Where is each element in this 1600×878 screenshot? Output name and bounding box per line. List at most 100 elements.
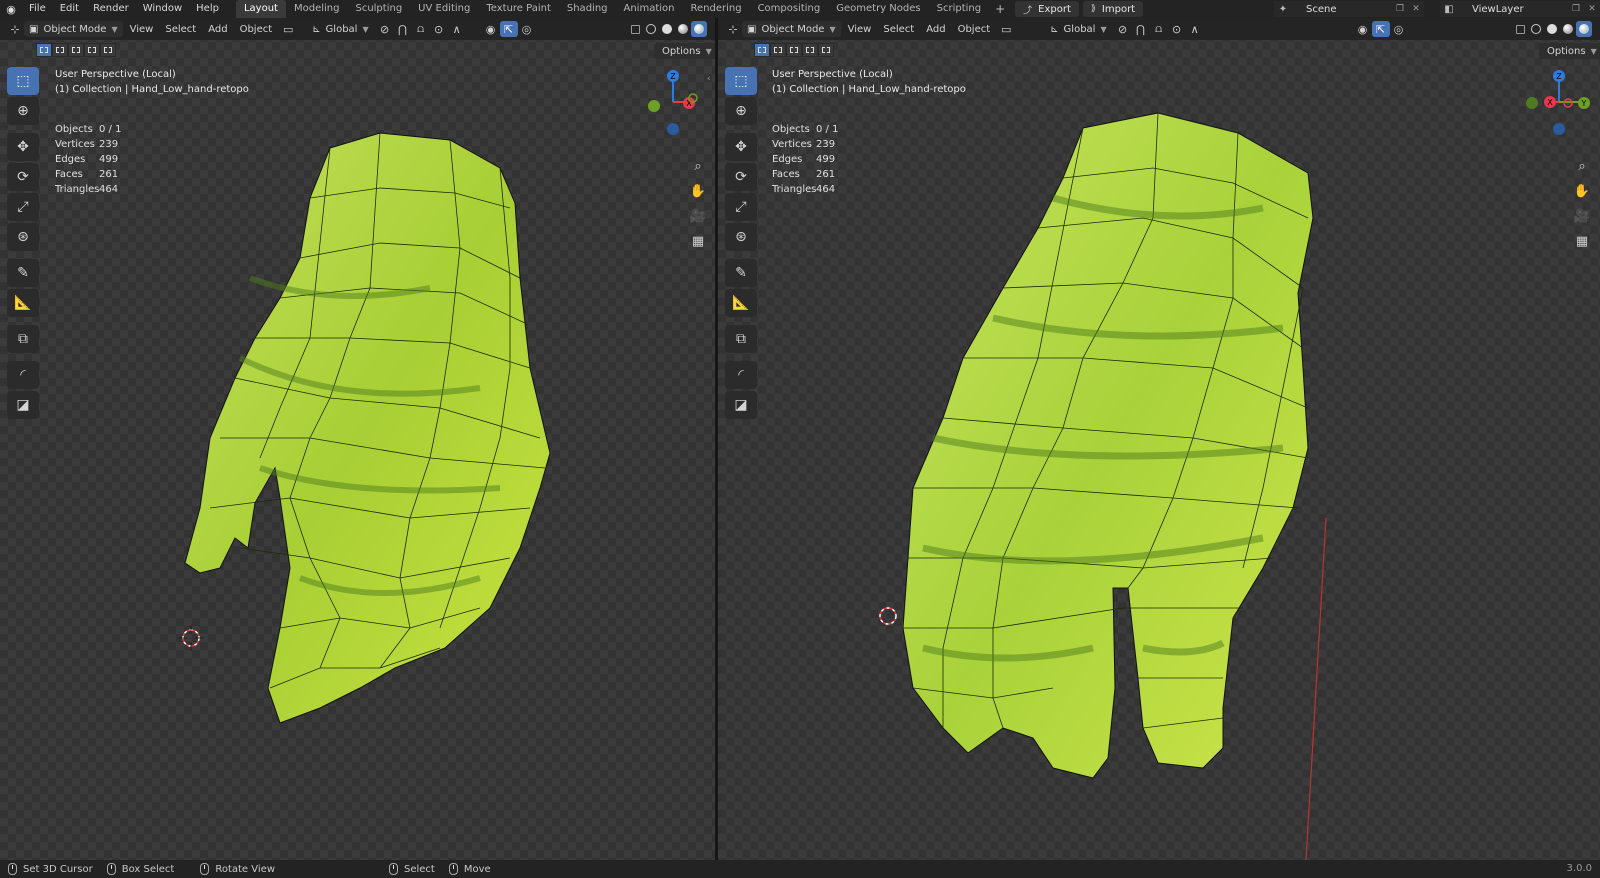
select-new-icon[interactable] [36,43,52,57]
object-menu[interactable]: Object [953,21,996,37]
rotate-tool-icon[interactable]: ⟳ [725,163,757,191]
view-layer-selector[interactable]: ◧ ViewLayer ❐ ✕ [1440,1,1600,17]
editor-type-icon[interactable]: ⊹ [724,21,742,37]
select-intersect-icon[interactable] [100,43,116,57]
gizmo-toggle-icon[interactable]: ⇱ [499,21,518,37]
xray-toggle-icon[interactable] [627,21,643,37]
pivot-point-icon[interactable]: ⊘ [1114,21,1132,37]
select-extend-icon[interactable] [770,43,786,57]
delete-scene-icon[interactable]: ✕ [1408,4,1424,14]
proportional-edit-icon[interactable]: ⊙ [430,21,448,37]
move-tool-icon[interactable]: ✥ [7,133,39,161]
select-invert-icon[interactable] [802,43,818,57]
duplicate-scene-icon[interactable]: ❐ [1392,4,1408,14]
material-shading-icon[interactable] [1560,21,1576,37]
orientation-dropdown[interactable]: ⊾ Global ▼ [307,21,373,37]
rotate-tool-icon[interactable]: ⟳ [7,163,39,191]
scene-selector[interactable]: ✦ Scene ❐ ✕ [1274,1,1424,17]
z-axis-negative-icon[interactable] [667,123,679,135]
menu-window[interactable]: Window [136,0,189,18]
solid-shading-icon[interactable] [659,21,675,37]
material-shading-icon[interactable] [675,21,691,37]
add-workspace-button[interactable]: + [989,0,1011,18]
overlay-toggle-icon[interactable]: ◎ [518,21,536,37]
y-axis-negative-icon[interactable] [1526,97,1538,109]
measure-tool-icon[interactable]: 📐 [725,289,757,317]
xray-toggle-icon[interactable] [1512,21,1528,37]
options-dropdown[interactable]: Options ▼ [1539,43,1600,59]
blender-logo-icon[interactable]: ◉ [0,0,22,18]
gizmo-toggle-icon[interactable]: ⇱ [1371,21,1390,37]
options-dropdown[interactable]: Options ▼ [654,43,715,59]
falloff-icon[interactable]: ∧ [448,21,466,37]
pan-hand-icon[interactable]: ✋ [1570,179,1594,203]
menu-file[interactable]: File [22,0,53,18]
measure-tool-icon[interactable]: 📐 [7,289,39,317]
scale-tool-icon[interactable]: ⤢ [7,193,39,221]
bevel-tool-icon[interactable]: ◜ [7,361,39,389]
tab-scripting[interactable]: Scripting [929,0,989,18]
cursor-tool-icon[interactable]: ⊕ [725,97,757,125]
perspective-grid-icon[interactable]: ▦ [1570,229,1594,253]
shrink-fatten-tool-icon[interactable]: ◪ [7,391,39,419]
camera-view-icon[interactable]: 🎥 [686,204,710,228]
tab-rendering[interactable]: Rendering [682,0,749,18]
orientation-dropdown[interactable]: ⊾ Global ▼ [1045,21,1111,37]
export-button[interactable]: ⤴ Export [1015,1,1079,17]
hand-mesh[interactable] [180,108,590,748]
zoom-icon[interactable]: ⌕ [686,154,710,178]
falloff-icon[interactable]: ∧ [1186,21,1204,37]
tab-layout[interactable]: Layout [235,0,286,18]
scale-tool-icon[interactable]: ⤢ [725,193,757,221]
transform-tool-icon[interactable]: ⊛ [725,223,757,251]
select-menu[interactable]: Select [878,21,919,37]
select-intersect-icon[interactable] [818,43,834,57]
add-menu[interactable]: Add [921,21,950,37]
mode-dropdown[interactable]: ▣ Object Mode ▼ [24,21,123,37]
annotate-tool-icon[interactable]: ✎ [725,259,757,287]
hand-mesh[interactable] [903,88,1343,808]
snap-target-icon[interactable]: ⩍ [412,21,430,37]
camera-view-icon[interactable]: 🎥 [1570,204,1594,228]
duplicate-view-layer-icon[interactable]: ❐ [1568,4,1584,14]
import-button[interactable]: ⟫ Import [1082,1,1144,17]
collapse-arrow-icon[interactable]: ‹ [707,74,711,84]
select-extend-icon[interactable] [52,43,68,57]
visibility-icon[interactable]: ◉ [1354,21,1372,37]
shrink-fatten-tool-icon[interactable]: ◪ [725,391,757,419]
visibility-icon[interactable]: ◉ [482,21,500,37]
pan-hand-icon[interactable]: ✋ [686,179,710,203]
tab-sculpting[interactable]: Sculpting [347,0,410,18]
add-cube-tool-icon[interactable]: ⧉ [7,325,39,353]
object-type-visibility-icon[interactable]: ▭ [279,21,297,37]
select-box-tool-icon[interactable]: ⬚ [7,67,39,95]
object-menu[interactable]: Object [235,21,278,37]
menu-render[interactable]: Render [86,0,136,18]
snap-icon[interactable]: ⋂ [394,21,412,37]
viewport-left[interactable]: ⊹ ▣ Object Mode ▼ View Select Add Object ▭… [0,18,715,860]
overlay-toggle-icon[interactable]: ◎ [1390,21,1408,37]
solid-shading-icon[interactable] [1544,21,1560,37]
viewport-right[interactable]: ⊹ ▣ Object Mode ▼ View Select Add Object ▭… [718,18,1600,860]
snap-target-icon[interactable]: ⩍ [1150,21,1168,37]
mode-dropdown[interactable]: ▣ Object Mode ▼ [742,21,841,37]
zoom-icon[interactable]: ⌕ [1570,154,1594,178]
select-subtract-icon[interactable] [786,43,802,57]
bevel-tool-icon[interactable]: ◜ [725,361,757,389]
navigation-gizmo[interactable]: Z X [640,66,702,138]
object-type-visibility-icon[interactable]: ▭ [997,21,1015,37]
wireframe-shading-icon[interactable] [1528,21,1544,37]
select-new-icon[interactable] [754,43,770,57]
rendered-shading-icon[interactable] [1576,21,1592,37]
transform-tool-icon[interactable]: ⊛ [7,223,39,251]
add-cube-tool-icon[interactable]: ⧉ [725,325,757,353]
tab-uv-editing[interactable]: UV Editing [410,0,478,18]
tab-modeling[interactable]: Modeling [286,0,348,18]
add-menu[interactable]: Add [203,21,232,37]
editor-type-icon[interactable]: ⊹ [6,21,24,37]
view-menu[interactable]: View [125,21,159,37]
select-invert-icon[interactable] [84,43,100,57]
view-menu[interactable]: View [843,21,877,37]
annotate-tool-icon[interactable]: ✎ [7,259,39,287]
3d-cursor-icon[interactable] [875,603,901,629]
